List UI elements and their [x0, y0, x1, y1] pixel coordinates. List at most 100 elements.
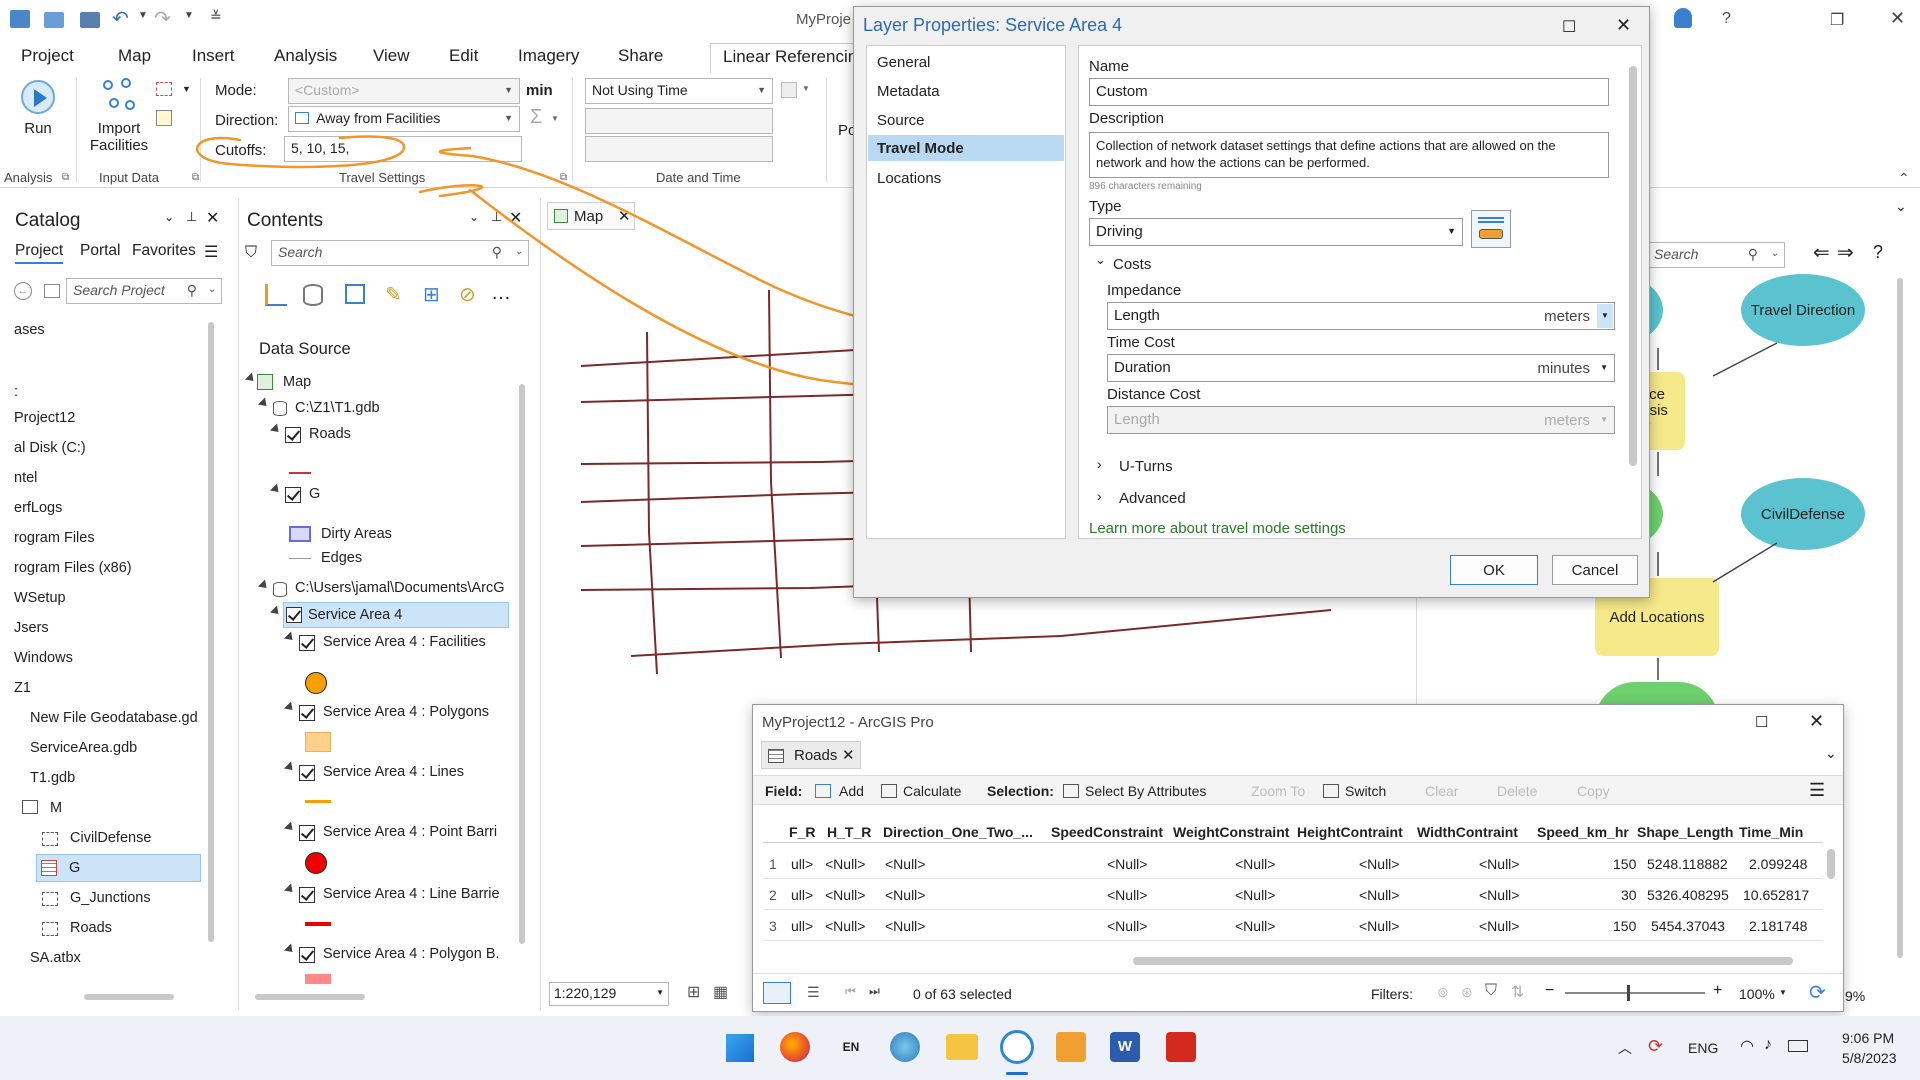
map-tab-close-icon[interactable]: ✕ [618, 207, 631, 225]
sync-icon[interactable]: ⟳ [1648, 1036, 1663, 1057]
catalog-item[interactable]: ases [14, 322, 45, 338]
roads-checkbox[interactable] [285, 427, 301, 443]
catalog-item[interactable]: T1.gdb [30, 770, 75, 786]
mode-select[interactable]: <Custom> ▼ [288, 78, 520, 104]
model-scrollbar[interactable] [1897, 278, 1903, 958]
cutoffs-input[interactable]: 5, 10, 15, [284, 136, 522, 162]
catalog-item[interactable]: rogram Files (x86) [14, 560, 132, 576]
table-close-icon[interactable]: ✕ [1809, 711, 1824, 732]
copy-button[interactable]: Copy [1577, 783, 1610, 799]
time-select[interactable]: Not Using Time ▼ [585, 78, 773, 104]
advanced-label[interactable]: Advanced [1119, 490, 1186, 507]
globe-icon[interactable] [890, 1032, 920, 1062]
contents-close-icon[interactable]: ✕ [509, 208, 522, 228]
undo-icon[interactable]: ↶ [112, 6, 129, 31]
wifi-icon[interactable]: ◠ [1740, 1036, 1754, 1056]
catalog-item[interactable]: Z1 [14, 680, 31, 696]
column-header[interactable]: WeightConstraint [1173, 824, 1289, 840]
uturns-label[interactable]: U-Turns [1119, 458, 1173, 475]
gdb-node[interactable]: C:\Users\jamal\Documents\ArcG [295, 580, 509, 596]
list-by-editing-icon[interactable]: ✎ [385, 282, 402, 307]
expand-icon[interactable] [269, 483, 283, 496]
polygons-layer[interactable]: Service Area 4 : Polygons [323, 704, 489, 720]
line-barriers-layer[interactable]: Service Area 4 : Line Barrie [323, 886, 500, 902]
redo-icon[interactable]: ↷ [154, 6, 171, 31]
arcgis-pro-icon[interactable] [1000, 1030, 1034, 1064]
sort-icon[interactable]: ⇅ [1511, 982, 1524, 1002]
input-data-launcher-icon[interactable]: ⧉ [192, 172, 199, 183]
point-barriers-layer[interactable]: Service Area 4 : Point Barri [323, 824, 497, 840]
table-row[interactable]: 1 ull> <Null> <Null> <Null> <Null> <Null… [763, 849, 1823, 879]
windows-start-icon[interactable] [726, 1034, 754, 1062]
ok-button[interactable]: OK [1450, 555, 1538, 585]
catalog-item[interactable]: erfLogs [14, 500, 62, 516]
catalog-item[interactable]: M [50, 800, 62, 816]
catalog-menu-icon[interactable]: ⌄ [164, 210, 174, 224]
table-row[interactable]: 3 ull> <Null> <Null> <Null> <Null> <Null… [763, 911, 1823, 941]
volume-icon[interactable]: ♪ [1764, 1036, 1772, 1054]
import-facilities-button[interactable]: Import Facilities [86, 76, 152, 166]
zoom-to-button[interactable]: Zoom To [1251, 783, 1305, 799]
grid-toggle-icon[interactable]: ▦ [713, 982, 728, 1002]
polygon-barriers-layer[interactable]: Service Area 4 : Polygon B. [323, 946, 500, 962]
catalog-item-selected[interactable]: G [36, 854, 201, 882]
notification-icon[interactable] [1674, 8, 1692, 28]
map-tab[interactable]: Map ✕ [547, 202, 635, 230]
expand-icon[interactable] [269, 423, 283, 436]
time-cost-select[interactable]: Duration minutes ▼ [1107, 354, 1615, 382]
advanced-chevron-icon[interactable]: › [1097, 488, 1102, 504]
column-header[interactable]: WidthContraint [1417, 824, 1518, 840]
catalog-item[interactable]: CivilDefense [70, 830, 151, 846]
g-layer[interactable]: G [309, 486, 320, 502]
switch-button[interactable]: Switch [1345, 783, 1386, 799]
catalog-item[interactable]: SA.atbx [30, 950, 81, 966]
expand-icon[interactable] [283, 761, 297, 774]
catalog-tab-portal[interactable]: Portal [80, 242, 121, 260]
table-view-icon[interactable] [763, 982, 791, 1004]
clock-time[interactable]: 9:06 PM [1842, 1030, 1894, 1046]
expand-icon[interactable] [283, 943, 297, 956]
catalog-item[interactable]: rogram Files [14, 530, 95, 546]
catalog-item[interactable]: G_Junctions [70, 890, 151, 906]
acrobat-icon[interactable] [1166, 1032, 1196, 1062]
gdb-node[interactable]: C:\Z1\T1.gdb [295, 400, 380, 416]
distance-cost-select[interactable]: Length meters ▼ [1107, 406, 1615, 434]
project-save-icon[interactable] [80, 12, 100, 28]
polygon-barriers-checkbox[interactable] [299, 947, 315, 963]
line-barriers-checkbox[interactable] [299, 887, 315, 903]
contents-hscrollbar[interactable] [255, 994, 365, 1000]
catalog-close-icon[interactable]: ✕ [206, 208, 219, 228]
column-header[interactable]: Direction_One_Two_... [883, 824, 1033, 840]
refresh-icon[interactable]: ⟳ [1809, 980, 1826, 1005]
tab-project[interactable]: Project [21, 46, 74, 66]
language-indicator[interactable]: ENG [1688, 1040, 1718, 1056]
add-data-dropdown-icon[interactable]: ▼ [182, 84, 191, 94]
date-input[interactable] [585, 108, 773, 134]
nav-metadata[interactable]: Metadata [877, 83, 940, 100]
catalog-menu-lines-icon[interactable]: ☰ [204, 242, 218, 262]
zoom-dropdown-icon[interactable]: ▼ [1779, 988, 1787, 997]
dialog-maximize-icon[interactable]: ☐ [1562, 17, 1576, 37]
run-button[interactable]: Run [14, 80, 62, 144]
catalog-item[interactable]: al Disk (C:) [14, 440, 86, 456]
description-textarea[interactable]: Collection of network dataset settings t… [1089, 132, 1609, 178]
travel-settings-launcher-icon[interactable]: ⧉ [560, 172, 567, 183]
type-select[interactable]: Driving ▼ [1089, 218, 1463, 246]
expand-icon[interactable] [257, 579, 271, 592]
catalog-tab-favorites[interactable]: Favorites [132, 242, 196, 260]
point-barriers-checkbox[interactable] [299, 825, 315, 841]
uturns-chevron-icon[interactable]: › [1097, 456, 1102, 472]
lines-checkbox[interactable] [299, 765, 315, 781]
list-by-drawing-order-icon[interactable] [265, 284, 287, 306]
dialog-scrollbar[interactable] [1629, 66, 1637, 466]
column-header[interactable]: Time_Min [1739, 824, 1803, 840]
list-by-snapping-icon[interactable]: ⊞ [423, 282, 440, 307]
catalog-item[interactable]: New File Geodatabase.gd [30, 710, 198, 726]
tab-imagery[interactable]: Imagery [518, 46, 579, 66]
sigma-icon[interactable]: Σ [530, 106, 542, 129]
table-hscrollbar[interactable] [1133, 957, 1793, 965]
g-checkbox[interactable] [285, 487, 301, 503]
list-by-data-source-icon[interactable] [303, 284, 323, 306]
catalog-tab-project[interactable]: Project [15, 242, 64, 264]
firefox-icon[interactable] [780, 1032, 810, 1062]
